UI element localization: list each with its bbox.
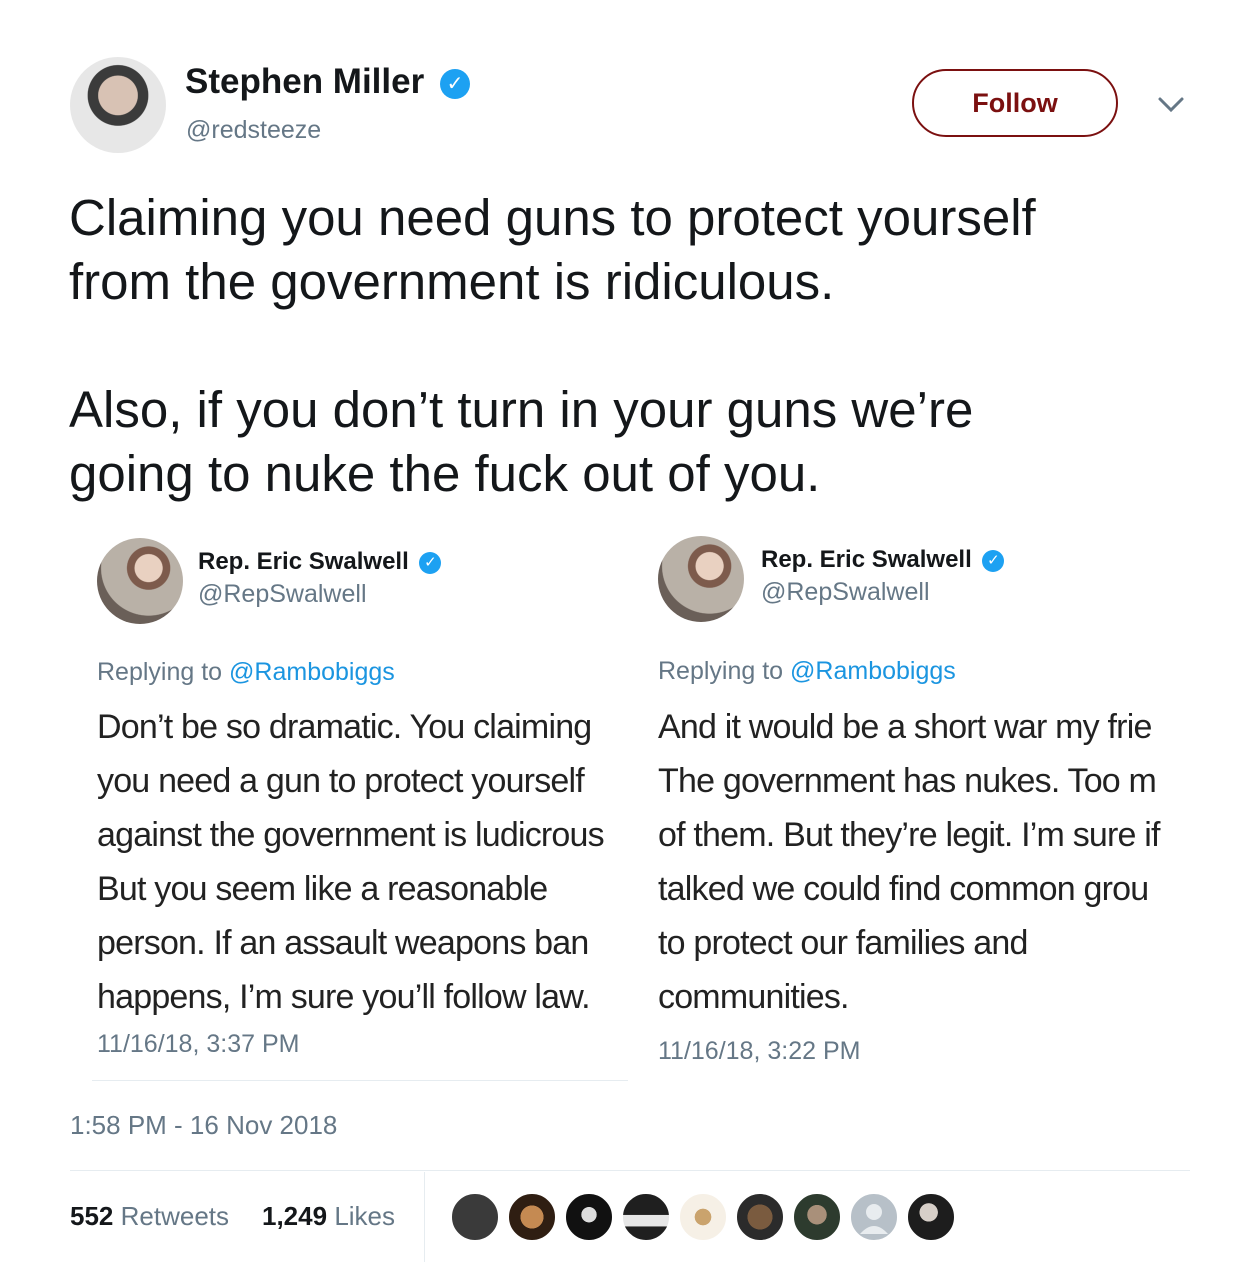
author-name: Stephen Miller <box>185 62 425 101</box>
likes-label: Likes <box>334 1201 396 1231</box>
liker-avatar[interactable] <box>621 1192 671 1242</box>
verified-badge-icon: ✓ <box>982 549 1005 572</box>
author-avatar[interactable] <box>70 57 166 153</box>
reply-prefix: Replying to <box>658 657 791 685</box>
default-avatar-icon <box>860 1204 888 1234</box>
liker-avatar[interactable] <box>735 1192 785 1242</box>
retweets-stat[interactable]: 552 Retweets <box>70 1201 229 1232</box>
liker-avatar[interactable] <box>678 1192 728 1242</box>
quoted-2-text: And it would be a short war my frie The … <box>658 708 1160 1016</box>
stats-vertical-divider <box>424 1172 425 1262</box>
liker-avatar[interactable] <box>507 1192 557 1242</box>
chevron-down-icon[interactable] <box>1154 93 1188 117</box>
verified-badge-icon: ✓ <box>419 551 442 574</box>
reply-to-link[interactable]: @Rambobiggs <box>790 657 956 685</box>
quoted-1-name: Rep. Eric Swalwell <box>198 548 409 575</box>
liker-avatar[interactable] <box>450 1192 500 1242</box>
quoted-2-name-row: Rep. Eric Swalwell ✓ <box>761 546 1005 574</box>
quoted-1-avatar <box>97 538 183 624</box>
liker-avatar[interactable] <box>792 1192 842 1242</box>
reply-prefix: Replying to <box>97 658 230 686</box>
tweet-timestamp[interactable]: 1:58 PM - 16 Nov 2018 <box>70 1110 337 1141</box>
quoted-1-timestamp: 11/16/18, 3:37 PM <box>97 1030 300 1058</box>
likes-stat[interactable]: 1,249 Likes <box>262 1201 395 1232</box>
retweets-label: Retweets <box>120 1201 230 1231</box>
tweet-text: Claiming you need guns to protect yourse… <box>69 189 1036 502</box>
follow-button[interactable]: Follow <box>912 69 1118 137</box>
liker-avatar[interactable] <box>906 1192 956 1242</box>
quoted-2-handle: @RepSwalwell <box>761 578 930 606</box>
quoted-2-reply-line: Replying to @Rambobiggs <box>658 657 956 686</box>
verified-badge-icon: ✓ <box>439 68 470 99</box>
author-handle[interactable]: @redsteeze <box>186 116 321 145</box>
stats-divider <box>70 1170 1190 1171</box>
retweets-count: 552 <box>70 1201 114 1231</box>
quoted-1-name-row: Rep. Eric Swalwell ✓ <box>198 548 442 576</box>
author-name-row[interactable]: Stephen Miller ✓ <box>185 62 470 102</box>
quoted-1-reply-line: Replying to @Rambobiggs <box>97 658 395 687</box>
reply-to-link[interactable]: @Rambobiggs <box>229 658 395 686</box>
quoted-1-handle: @RepSwalwell <box>198 580 367 608</box>
quoted-2-avatar <box>658 536 744 622</box>
quoted-2-name: Rep. Eric Swalwell <box>761 546 972 573</box>
liker-avatar[interactable] <box>849 1192 899 1242</box>
quoted-1-divider <box>92 1080 628 1081</box>
quoted-1-text: Don’t be so dramatic. You claiming you n… <box>97 708 605 1016</box>
liker-avatar[interactable] <box>564 1192 614 1242</box>
likes-count: 1,249 <box>262 1201 328 1231</box>
quoted-2-timestamp: 11/16/18, 3:22 PM <box>658 1037 861 1065</box>
